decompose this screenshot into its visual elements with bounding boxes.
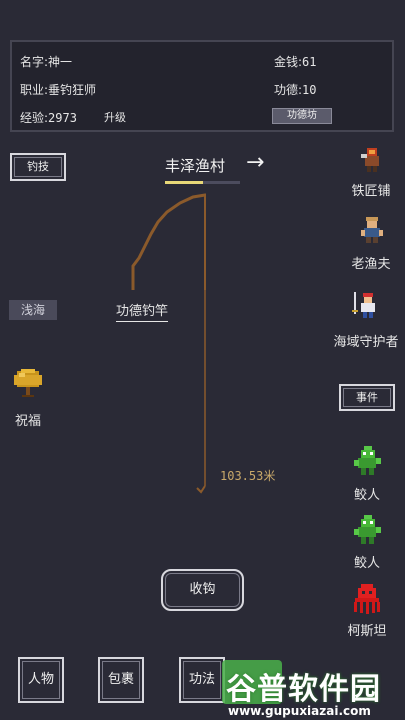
reel-in-button[interactable]: 收钩 (161, 569, 244, 611)
money-row: 金钱:61 (274, 53, 317, 70)
merit-row: 功德:10 (274, 81, 317, 98)
name-row: 名字:神一 (20, 53, 72, 70)
job-value: 垂钓狂师 (48, 83, 97, 97)
blacksmith-icon[interactable] (357, 144, 387, 174)
watermark-url: www.gupuxiazai.com (228, 704, 371, 718)
nav-skills-button[interactable]: 功法 (179, 657, 225, 703)
npc-sea-guardian-label[interactable]: 海域守护者 (330, 331, 402, 350)
line-depth: 103.53米 (220, 469, 276, 483)
merit-shop-button[interactable]: 功德坊 (272, 108, 332, 124)
sea-guardian-icon[interactable] (350, 290, 380, 320)
location-progress-track (165, 181, 240, 184)
nav-bag-button[interactable]: 包裹 (98, 657, 144, 703)
job-label: 职业: (20, 83, 49, 97)
fishing-rod-icon (131, 193, 206, 494)
location-progress-fill (165, 181, 203, 184)
skill-button[interactable]: 钓技 (10, 153, 66, 181)
encounter-kraken-label[interactable]: 柯斯坦 (340, 620, 394, 639)
watermark: 谷普软件园 www.gupuxiazai.com (222, 660, 405, 720)
old-fisherman-icon[interactable] (357, 215, 387, 245)
merman-icon[interactable] (350, 444, 384, 478)
zone-tag[interactable]: 浅海 (9, 300, 57, 320)
npc-blacksmith-label[interactable]: 铁匠铺 (345, 180, 397, 199)
kraken-icon[interactable] (350, 582, 384, 616)
blessing-label: 祝福 (14, 414, 41, 429)
nav-character-button[interactable]: 人物 (18, 657, 64, 703)
stats-panel: 名字:神一 金钱:61 职业:垂钓狂师 功德:10 经验:2973 升级 功德坊 (10, 40, 394, 132)
exp-value: 2973 (48, 111, 77, 125)
job-row: 职业:垂钓狂师 (20, 81, 96, 98)
rod-name[interactable]: 功德钓竿 (116, 300, 169, 322)
watermark-title: 谷普软件园 (226, 672, 381, 707)
exp-row: 经验:2973 (20, 109, 77, 126)
exp-label: 经验: (20, 111, 49, 125)
name-label: 名字: (20, 55, 49, 69)
next-location-arrow[interactable]: → (246, 150, 264, 175)
npc-old-fisherman-label[interactable]: 老渔夫 (345, 253, 397, 272)
merman-icon[interactable] (350, 513, 384, 547)
location-name: 丰泽渔村 (165, 157, 226, 175)
event-button[interactable]: 事件 (339, 384, 395, 411)
money-value: 61 (302, 55, 317, 69)
encounter-merman-2-label[interactable]: 鲛人 (347, 552, 387, 571)
upgrade-button[interactable]: 升级 (104, 109, 126, 125)
encounter-merman-1-label[interactable]: 鲛人 (347, 484, 387, 503)
blessing-tree-icon[interactable] (11, 367, 45, 401)
name-value: 神一 (48, 55, 73, 69)
merit-value: 10 (302, 83, 317, 97)
money-label: 金钱: (274, 55, 303, 69)
merit-label: 功德: (274, 83, 303, 97)
